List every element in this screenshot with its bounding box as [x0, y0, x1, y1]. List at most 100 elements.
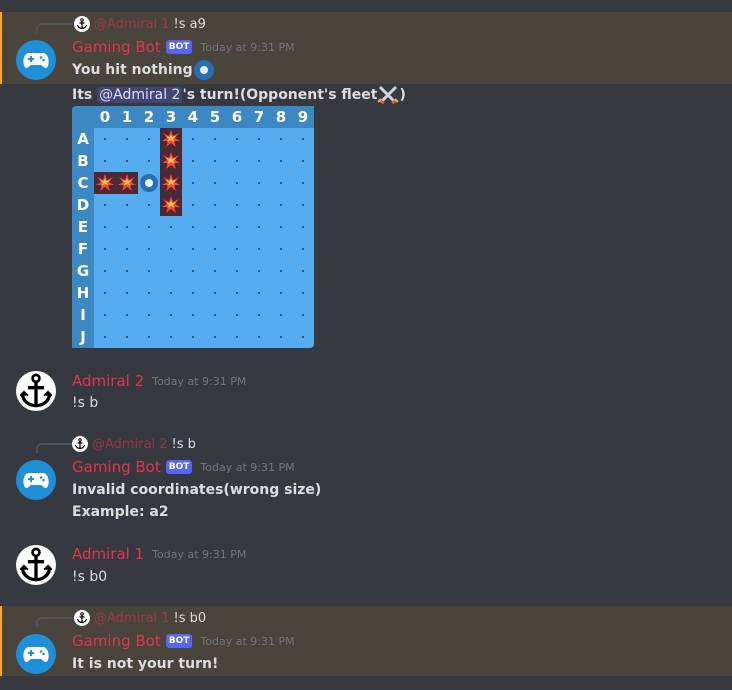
timestamp[interactable]: Today at 9:31 PM: [200, 635, 294, 648]
message-header: Admiral 2 Today at 9:31 PM: [72, 371, 246, 391]
reply-text[interactable]: !s a9: [174, 17, 206, 32]
water-cell: [270, 282, 292, 304]
reply-spine: [36, 617, 72, 627]
reply-mention[interactable]: @Admiral 1: [94, 611, 170, 626]
explosion-icon: [96, 174, 114, 191]
water-cell: [160, 238, 182, 260]
reply-mention[interactable]: @Admiral 1: [94, 17, 170, 32]
miss-cell: [138, 172, 160, 194]
anchor-icon: [74, 610, 90, 626]
water-cell: [116, 238, 138, 260]
reply-text[interactable]: !s b: [172, 437, 196, 452]
board-corner: [72, 106, 94, 128]
message-text: Invalid coordinates(wrong size): [72, 482, 322, 498]
water-cell: [182, 172, 204, 194]
water-cell: [138, 150, 160, 172]
water-cell: [226, 128, 248, 150]
water-cell: [94, 304, 116, 326]
water-cell: [204, 260, 226, 282]
water-cell: [226, 238, 248, 260]
water-cell: [248, 194, 270, 216]
bot-avatar[interactable]: [16, 460, 56, 500]
column-header: 0: [94, 106, 116, 128]
user-mention[interactable]: @Admiral 2: [97, 87, 183, 103]
reply-reference[interactable]: @Admiral 1 !s b0: [74, 608, 206, 628]
row-header: G: [72, 260, 94, 282]
timestamp[interactable]: Today at 9:31 PM: [152, 548, 246, 561]
gamepad-icon: [23, 647, 49, 662]
column-header: 8: [270, 106, 292, 128]
water-cell: [116, 304, 138, 326]
bot-avatar[interactable]: [16, 634, 56, 674]
water-cell: [204, 304, 226, 326]
water-cell: [182, 128, 204, 150]
hit-cell: [160, 128, 182, 150]
water-cell: [94, 216, 116, 238]
timestamp[interactable]: Today at 9:31 PM: [200, 41, 294, 54]
water-cell: [116, 128, 138, 150]
water-cell: [292, 216, 314, 238]
explosion-icon: [162, 130, 180, 147]
reply-text[interactable]: !s b0: [174, 611, 207, 626]
battleship-board: 0123456789 ABCDEFGHIJ: [72, 106, 314, 349]
author-name[interactable]: Admiral 1: [72, 545, 144, 563]
author-name[interactable]: Gaming Bot: [72, 632, 161, 650]
reply-spine: [36, 23, 72, 33]
author-name[interactable]: Gaming Bot: [72, 38, 161, 56]
row-header: H: [72, 282, 94, 304]
water-cell: [226, 260, 248, 282]
water-cell: [160, 304, 182, 326]
turn-line: Its @Admiral 2's turn!(Opponent's fleet): [72, 84, 406, 106]
water-cell: [292, 326, 314, 348]
bot-avatar[interactable]: [16, 40, 56, 80]
water-cell: [248, 238, 270, 260]
timestamp[interactable]: Today at 9:31 PM: [200, 461, 294, 474]
gamepad-icon: [23, 53, 49, 68]
water-cell: [226, 326, 248, 348]
author-name[interactable]: Admiral 2: [72, 372, 144, 390]
water-cell: [138, 238, 160, 260]
hit-cell: [160, 172, 182, 194]
water-cell: [248, 304, 270, 326]
hit-cell: [116, 172, 138, 194]
water-cell: [182, 150, 204, 172]
water-cell: [116, 260, 138, 282]
water-cell: [248, 282, 270, 304]
message-header: Gaming Bot BOT Today at 9:31 PM: [72, 631, 295, 651]
turn-close: ): [399, 87, 406, 103]
anchor-icon: [74, 16, 90, 32]
water-cell: [270, 326, 292, 348]
column-header: 4: [182, 106, 204, 128]
message-text: You hit nothing: [72, 62, 193, 78]
author-name[interactable]: Gaming Bot: [72, 458, 161, 476]
explosion-icon: [162, 196, 180, 213]
water-cell: [182, 326, 204, 348]
reply-spine: [36, 443, 72, 453]
reply-reference[interactable]: @Admiral 1 !s a9: [74, 14, 206, 34]
bot-badge: BOT: [165, 40, 193, 54]
admiral-avatar[interactable]: [16, 371, 56, 411]
water-cell: [292, 260, 314, 282]
water-cell: [270, 304, 292, 326]
reply-reference[interactable]: @Admiral 2 !s b: [72, 434, 196, 454]
miss-circle-icon: [193, 60, 214, 80]
water-cell: [94, 194, 116, 216]
water-cell: [270, 128, 292, 150]
message-text: !s b0: [72, 569, 108, 585]
water-cell: [182, 194, 204, 216]
explosion-icon: [162, 174, 180, 191]
water-cell: [138, 304, 160, 326]
reply-mention[interactable]: @Admiral 2: [92, 437, 168, 452]
water-cell: [270, 150, 292, 172]
timestamp[interactable]: Today at 9:31 PM: [152, 375, 246, 388]
water-cell: [116, 326, 138, 348]
row-header: D: [72, 194, 94, 216]
water-cell: [138, 282, 160, 304]
miss-circle-icon: [140, 174, 158, 192]
bot-badge: BOT: [165, 460, 193, 474]
water-cell: [160, 260, 182, 282]
column-header: 2: [138, 106, 160, 128]
bot-badge: BOT: [165, 634, 193, 648]
admiral-avatar[interactable]: [16, 545, 56, 585]
water-cell: [292, 304, 314, 326]
